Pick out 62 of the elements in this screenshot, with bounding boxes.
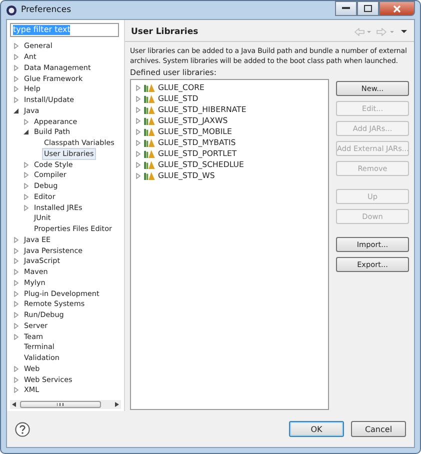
collapsed-arrow-icon[interactable]	[13, 248, 19, 254]
collapsed-arrow-icon[interactable]	[13, 387, 19, 394]
collapsed-arrow-icon[interactable]	[13, 269, 19, 276]
collapsed-arrow-icon[interactable]	[23, 172, 29, 178]
collapsed-arrow-icon[interactable]	[135, 162, 141, 168]
collapsed-arrow-icon[interactable]	[135, 118, 141, 124]
library-icon	[144, 94, 155, 102]
help-icon[interactable]	[15, 422, 30, 436]
expanded-arrow-icon[interactable]	[13, 108, 19, 114]
library-icon	[144, 84, 155, 92]
collapsed-arrow-icon[interactable]	[23, 183, 29, 190]
library-icon	[144, 106, 155, 114]
collapsed-arrow-icon[interactable]	[135, 128, 141, 134]
scroll-left-icon[interactable]	[12, 402, 16, 407]
collapsed-arrow-icon[interactable]	[13, 334, 19, 340]
maximize-button[interactable]	[357, 1, 379, 16]
minimize-icon	[342, 7, 350, 10]
scroll-right-icon[interactable]	[115, 402, 119, 407]
collapsed-arrow-icon[interactable]	[13, 97, 19, 104]
collapsed-arrow-icon[interactable]	[135, 140, 141, 146]
close-icon	[393, 4, 401, 12]
collapsed-arrow-icon[interactable]	[13, 301, 19, 308]
collapsed-arrow-icon[interactable]	[135, 96, 141, 102]
collapsed-arrow-icon[interactable]	[135, 84, 141, 90]
close-button[interactable]	[379, 1, 415, 16]
minimize-button[interactable]	[335, 1, 357, 16]
window-title: Preferences	[21, 5, 71, 15]
collapsed-arrow-icon[interactable]	[13, 322, 19, 329]
collapsed-arrow-icon[interactable]	[13, 54, 19, 60]
collapsed-arrow-icon[interactable]	[23, 194, 29, 200]
collapsed-arrow-icon[interactable]	[13, 366, 19, 372]
collapsed-arrow-icon[interactable]	[23, 204, 29, 211]
library-icon	[144, 138, 155, 146]
library-icon	[144, 128, 155, 136]
collapsed-arrow-icon[interactable]	[13, 43, 19, 50]
collapsed-arrow-icon[interactable]	[13, 290, 19, 297]
expanded-arrow-icon[interactable]	[23, 129, 29, 136]
horizontal-scrollbar[interactable]	[10, 400, 121, 409]
ok-button[interactable]: OK	[289, 421, 344, 437]
collapsed-arrow-icon[interactable]	[135, 150, 141, 156]
library-icon	[144, 150, 155, 158]
collapsed-arrow-icon[interactable]	[13, 280, 19, 286]
collapsed-arrow-icon[interactable]	[23, 162, 29, 168]
collapsed-arrow-icon[interactable]	[13, 76, 19, 82]
collapsed-arrow-icon[interactable]	[13, 312, 19, 318]
collapsed-arrow-icon[interactable]	[13, 258, 19, 264]
grip-icon	[57, 403, 64, 406]
library-icon	[144, 116, 155, 124]
collapsed-arrow-icon[interactable]	[13, 64, 19, 71]
app-icon	[6, 4, 17, 16]
collapsed-arrow-icon[interactable]	[13, 376, 19, 383]
collapsed-arrow-icon[interactable]	[13, 86, 19, 92]
maximize-icon	[364, 5, 372, 12]
collapsed-arrow-icon[interactable]	[13, 236, 19, 243]
library-icon	[144, 160, 155, 168]
page-title: User Libraries	[131, 27, 198, 37]
library-icon	[144, 172, 155, 180]
cancel-button[interactable]: Cancel	[351, 421, 406, 437]
navigation-arrows-icon[interactable]	[354, 28, 408, 36]
collapsed-arrow-icon[interactable]	[135, 106, 141, 112]
collapsed-arrow-icon[interactable]	[23, 118, 29, 125]
collapsed-arrow-icon[interactable]	[135, 172, 141, 178]
